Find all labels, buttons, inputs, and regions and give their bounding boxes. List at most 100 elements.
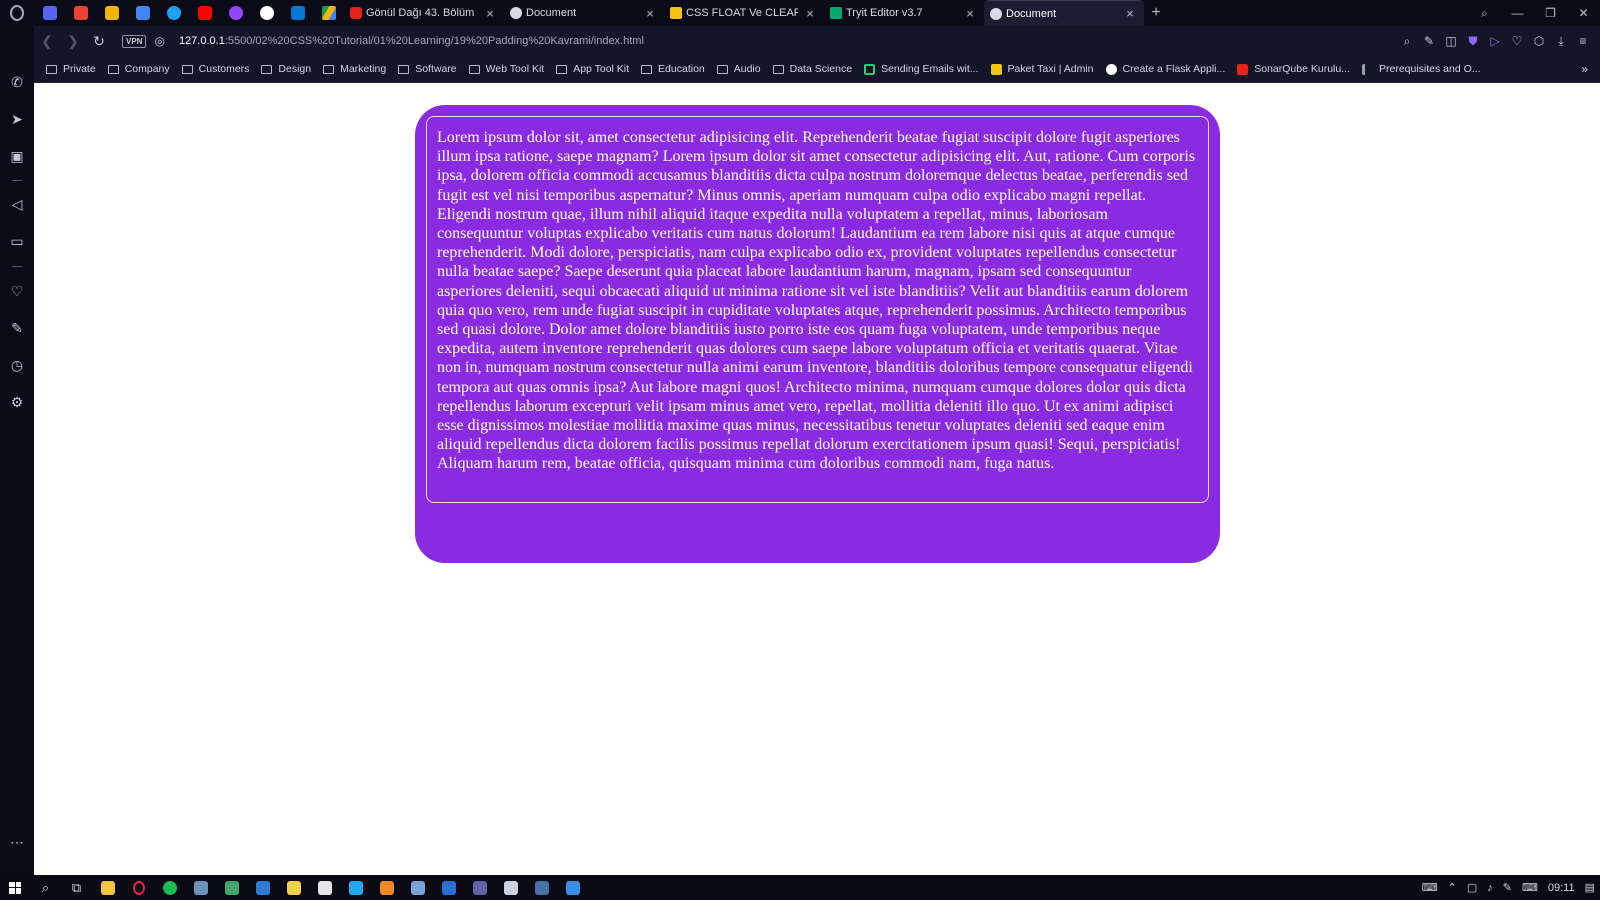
flask-site-icon xyxy=(1105,63,1117,75)
download-icon[interactable]: ⤓ xyxy=(1550,34,1572,49)
pinned-tab-gmail[interactable] xyxy=(65,0,96,26)
bookmark-folder-private[interactable]: Private xyxy=(46,63,96,75)
bookmark-folder-company[interactable]: Company xyxy=(107,63,170,75)
forward-button[interactable]: ❯ xyxy=(60,33,86,50)
translate-icon xyxy=(135,6,150,20)
bookmark-sending-emails[interactable]: Sending Emails wit... xyxy=(864,63,979,75)
pinned-tab-discord[interactable] xyxy=(34,0,65,26)
pen-icon[interactable]: ✎ xyxy=(1503,881,1512,894)
bookmark-folder-web-tool-kit[interactable]: Web Tool Kit xyxy=(468,63,544,75)
snapshot-icon[interactable]: ◫ xyxy=(1440,34,1462,48)
bookmark-sonarqube[interactable]: SonarQube Kurulu... xyxy=(1237,63,1350,75)
pinboard-icon[interactable]: ✎ xyxy=(0,317,34,339)
app-icon[interactable] xyxy=(185,875,216,900)
vpn-badge[interactable]: VPN xyxy=(122,34,147,48)
discord-icon[interactable]: ▣ xyxy=(0,145,34,167)
teams-icon[interactable] xyxy=(464,875,495,900)
clock[interactable]: 09:11 xyxy=(1548,882,1575,894)
bookmark-folder-customers[interactable]: Customers xyxy=(181,63,249,75)
whatsapp-icon[interactable]: ✆ xyxy=(0,71,34,93)
bookmarks-heart-icon[interactable]: ♡ xyxy=(0,280,34,302)
app-icon[interactable] xyxy=(371,875,402,900)
volume-icon[interactable]: ♪ xyxy=(1487,882,1493,894)
bookmarks-more-chevron-icon[interactable]: » xyxy=(1581,62,1588,76)
telegram-icon[interactable]: ➤ xyxy=(0,108,34,130)
new-tab-button[interactable]: + xyxy=(1144,0,1168,26)
app-icon[interactable] xyxy=(557,875,588,900)
show-hidden-icons-chevron-icon[interactable]: ⌃ xyxy=(1448,881,1457,894)
mail-icon[interactable] xyxy=(433,875,464,900)
close-tab-icon[interactable]: × xyxy=(642,6,658,21)
bookmark-paket-taxi[interactable]: Paket Taxi | Admin xyxy=(990,63,1094,75)
tab-label: Document xyxy=(526,7,577,19)
more-dots-icon[interactable]: ⋯ xyxy=(0,831,34,853)
search-icon[interactable]: ⌕ xyxy=(30,875,61,900)
touch-keyboard-icon[interactable]: ⌨ xyxy=(1522,881,1538,894)
zoom-icon[interactable]: ⌕ xyxy=(1396,34,1418,49)
bookmark-flask-app[interactable]: Create a Flask Appli... xyxy=(1105,63,1225,75)
tab-youtube-video[interactable]: Gönül Dağı 43. Bölüm - Yo × xyxy=(344,0,504,26)
tab-document[interactable]: Document × xyxy=(504,0,664,26)
site-info-icon[interactable]: ◎ xyxy=(154,34,164,48)
flow-icon[interactable]: ▷ xyxy=(1484,34,1506,48)
pinned-tab-gmail-2[interactable] xyxy=(96,0,127,26)
file-explorer-icon[interactable] xyxy=(92,875,123,900)
pinned-tab-outlook[interactable] xyxy=(282,0,313,26)
bookmark-folder-marketing[interactable]: Marketing xyxy=(323,63,386,75)
bookmark-folder-data-science[interactable]: Data Science xyxy=(772,63,852,75)
notes-icon[interactable] xyxy=(278,875,309,900)
vscode-icon[interactable] xyxy=(340,875,371,900)
settings-gear-icon[interactable]: ⚙ xyxy=(0,391,34,413)
close-tab-icon[interactable]: × xyxy=(802,6,818,21)
pinned-tab-youtube[interactable] xyxy=(189,0,220,26)
bookmark-folder-education[interactable]: Education xyxy=(641,63,705,75)
extensions-cube-icon[interactable]: ⬡ xyxy=(1528,34,1550,48)
network-icon[interactable]: ▢ xyxy=(1467,881,1477,894)
tab-document-active[interactable]: Document × xyxy=(984,0,1144,26)
wallet-icon[interactable]: ▭ xyxy=(0,230,34,252)
url-field[interactable]: 127.0.0.1:5500/02%20CSS%20Tutorial/01%20… xyxy=(179,35,644,47)
bookmark-folder-design[interactable]: Design xyxy=(261,63,311,75)
back-button[interactable]: ❮ xyxy=(34,33,60,50)
restore-button[interactable]: ❐ xyxy=(1534,6,1567,20)
tab-tryit-editor[interactable]: Tryit Editor v3.7 × xyxy=(824,0,984,26)
search-tabs-icon[interactable]: ⌕ xyxy=(1468,6,1501,21)
send-flow-icon[interactable]: ◁ xyxy=(0,193,34,215)
start-button[interactable] xyxy=(0,881,30,894)
minimize-button[interactable]: — xyxy=(1501,6,1534,20)
easy-setup-menu-icon[interactable]: ≡ xyxy=(1572,34,1594,48)
task-view-icon[interactable]: ⧉ xyxy=(61,875,92,900)
bookmark-folder-app-tool-kit[interactable]: App Tool Kit xyxy=(556,63,629,75)
youtube-site-icon xyxy=(1237,63,1249,75)
tab-css-float[interactable]: CSS FLOAT Ve CLEAR Özelli × xyxy=(664,0,824,26)
app-icon[interactable] xyxy=(495,875,526,900)
app-icon[interactable] xyxy=(247,875,278,900)
close-tab-icon[interactable]: × xyxy=(1122,6,1138,21)
pinned-tab-drive[interactable] xyxy=(313,0,344,26)
adblock-shield-icon[interactable]: ⛊ xyxy=(1462,34,1484,49)
close-tab-icon[interactable]: × xyxy=(962,6,978,21)
bookmark-label: Marketing xyxy=(340,63,387,75)
heart-icon[interactable]: ♡ xyxy=(1506,34,1528,48)
opera-taskbar-icon[interactable] xyxy=(123,875,154,900)
opera-menu-icon[interactable] xyxy=(0,0,34,26)
bookmark-folder-software[interactable]: Software xyxy=(398,63,457,75)
pinned-tab-translate[interactable] xyxy=(127,0,158,26)
notifications-icon[interactable]: ▤ xyxy=(1585,881,1595,894)
close-window-button[interactable]: ✕ xyxy=(1567,6,1600,20)
spotify-icon[interactable] xyxy=(154,875,185,900)
bookmark-prerequisites[interactable]: Prerequisites and O... xyxy=(1361,63,1481,75)
close-tab-icon[interactable]: × xyxy=(482,6,498,21)
edit-icon[interactable]: ✎ xyxy=(1418,34,1440,48)
history-clock-icon[interactable]: ◷ xyxy=(0,354,34,376)
reload-button[interactable]: ↻ xyxy=(86,33,112,50)
keyboard-layout-icon[interactable]: ⌨ xyxy=(1422,881,1438,894)
app-icon[interactable] xyxy=(216,875,247,900)
pinned-tab-twitch[interactable] xyxy=(220,0,251,26)
app-icon[interactable] xyxy=(309,875,340,900)
bookmark-folder-audio[interactable]: Audio xyxy=(716,63,761,75)
pinned-tab-github[interactable] xyxy=(251,0,282,26)
app-icon[interactable] xyxy=(402,875,433,900)
app-icon[interactable] xyxy=(526,875,557,900)
pinned-tab-twitter[interactable] xyxy=(158,0,189,26)
